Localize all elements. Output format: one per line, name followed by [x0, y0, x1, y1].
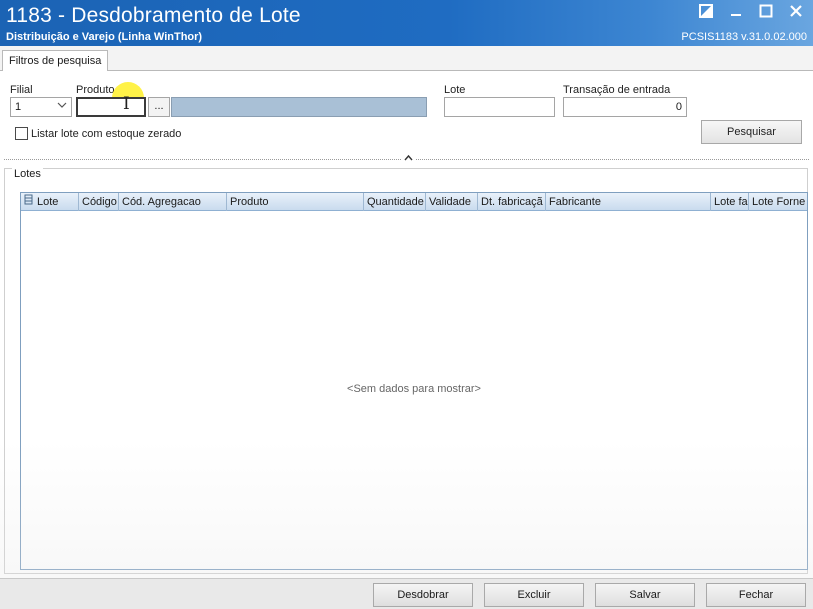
listar-zerado-label: Listar lote com estoque zerado	[31, 128, 182, 140]
lote-input[interactable]	[444, 97, 555, 117]
panel-splitter[interactable]	[0, 153, 813, 165]
column-header-produto[interactable]: Produto	[227, 193, 364, 211]
produto-lookup-button[interactable]: ...	[148, 97, 170, 117]
transacao-input[interactable]: 0	[563, 97, 687, 117]
produto-input[interactable]	[76, 97, 146, 117]
column-header-quantidade[interactable]: Quantidade	[364, 193, 426, 211]
grid-header: Lote Código Cód. Agregacao Produto Quant…	[21, 193, 807, 211]
lote-label: Lote	[444, 84, 466, 96]
excluir-button[interactable]: Excluir	[484, 583, 584, 607]
version-label: PCSIS1183 v.31.0.02.000	[681, 31, 807, 43]
tab-strip: Filtros de pesquisa	[0, 46, 813, 72]
pesquisar-button[interactable]: Pesquisar	[701, 120, 802, 144]
lotes-group: Lotes Lote Código Cód. Agregacao Produto…	[4, 168, 808, 574]
title-bar: 1183 - Desdobramento de Lote Distribuiçã…	[0, 0, 813, 46]
window-title: 1183 - Desdobramento de Lote	[6, 4, 301, 27]
column-header-validade[interactable]: Validade	[426, 193, 478, 211]
produto-label: Produto	[76, 84, 115, 96]
empty-grid-message: <Sem dados para mostrar>	[347, 383, 481, 395]
maximize-icon[interactable]	[759, 4, 775, 20]
collapse-caret-icon[interactable]	[402, 153, 415, 164]
filial-value: 1	[15, 101, 22, 113]
column-chooser-icon[interactable]	[22, 194, 34, 210]
column-header-cod-agregacao[interactable]: Cód. Agregacao	[119, 193, 227, 211]
filters-panel: Filial 1 Produto I ... Lote Transação de…	[0, 71, 813, 155]
filial-label: Filial	[10, 84, 33, 96]
column-header-fabricante[interactable]: Fabricante	[546, 193, 711, 211]
text-cursor-icon: I	[123, 94, 130, 114]
listar-zerado-checkbox[interactable]	[15, 127, 28, 140]
lotes-grid[interactable]: Lote Código Cód. Agregacao Produto Quant…	[20, 192, 808, 570]
window-subtitle: Distribuição e Varejo (Linha WinThor)	[6, 31, 203, 43]
filial-select[interactable]: 1	[10, 97, 72, 117]
column-header-lote-fabricante[interactable]: Lote fa	[711, 193, 749, 211]
footer-bar: Desdobrar Excluir Salvar Fechar	[0, 578, 813, 609]
produto-description-field	[171, 97, 427, 117]
fechar-button[interactable]: Fechar	[706, 583, 806, 607]
column-header-codigo[interactable]: Código	[79, 193, 119, 211]
lotes-group-label: Lotes	[12, 168, 43, 180]
transacao-label: Transação de entrada	[563, 84, 671, 96]
column-header-dt-fabricacao[interactable]: Dt. fabricaçã	[478, 193, 546, 211]
tab-filtros-de-pesquisa[interactable]: Filtros de pesquisa	[2, 50, 109, 72]
salvar-button[interactable]: Salvar	[595, 583, 695, 607]
chevron-down-icon	[57, 100, 67, 113]
desdobrar-button[interactable]: Desdobrar	[373, 583, 473, 607]
restore-icon[interactable]	[699, 4, 715, 20]
column-header-lote[interactable]: Lote	[34, 193, 79, 211]
column-header-lote-fornecedor[interactable]: Lote Forne	[749, 193, 807, 211]
minimize-icon[interactable]	[729, 4, 745, 20]
close-icon[interactable]	[789, 4, 805, 20]
